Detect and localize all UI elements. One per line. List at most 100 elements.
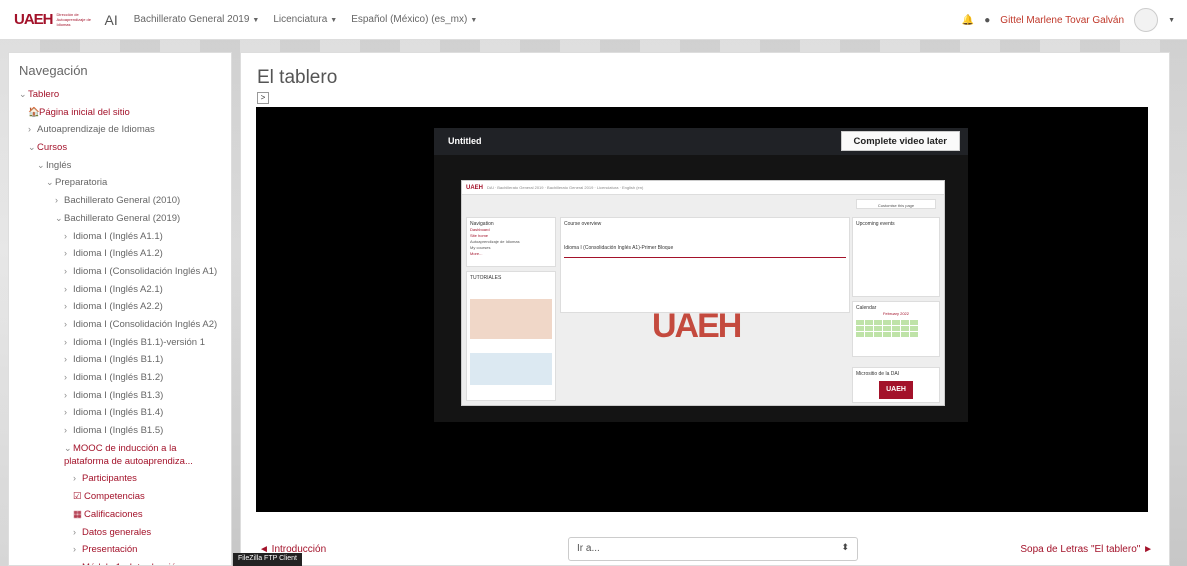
inner-tutorial-image: [470, 299, 552, 339]
sidebar-item[interactable]: ⌄Inglés: [19, 159, 221, 172]
user-name[interactable]: Gittel Marlene Tovar Galván: [1000, 15, 1124, 26]
sidebar-item[interactable]: › Autoaprendizaje de Idiomas: [19, 123, 221, 136]
jump-to-select[interactable]: Ir a... ⬍: [568, 537, 858, 561]
sidebar-item[interactable]: › Idioma I (Consolidación Inglés A2): [19, 318, 221, 331]
sidebar-item-label: Bachillerato General (2019): [64, 212, 181, 224]
chevron-right-icon: ›: [64, 389, 67, 400]
sidebar-item-label: Autoaprendizaje de Idiomas: [37, 124, 155, 136]
sidebar-item[interactable]: ☑ Competencias: [19, 490, 221, 503]
sidebar-item-label: Idioma I (Consolidación Inglés A2): [73, 318, 218, 330]
sidebar-item[interactable]: › Idioma I (Inglés B1.4): [19, 406, 221, 419]
menu-licenciatura[interactable]: Licenciatura ▼: [273, 14, 337, 25]
sidebar-item-label: Cursos: [37, 142, 68, 154]
sidebar-item[interactable]: › Idioma I (Consolidación Inglés A1): [19, 265, 221, 278]
chat-icon[interactable]: ●: [984, 15, 990, 26]
inner-course-overview: Course overview Idioma I (Consolidación …: [560, 217, 850, 313]
sidebar-item-label: Idioma I (Inglés B1.1): [73, 354, 164, 366]
chevron-right-icon: ›: [73, 561, 82, 565]
sidebar-item[interactable]: › Datos generales: [19, 526, 221, 539]
menu-bachillerato[interactable]: Bachillerato General 2019 ▼: [134, 14, 260, 25]
sidebar-item-label: Participantes: [82, 473, 137, 485]
sidebar-item[interactable]: ⌄Cursos: [19, 141, 221, 154]
sidebar-item[interactable]: › Idioma I (Inglés A1.2): [19, 247, 221, 260]
inner-calendar-grid: [856, 320, 936, 337]
sidebar-item[interactable]: ›Módulo 1.- Introducción: [19, 561, 221, 565]
sidebar-item-label: Bachillerato General (2010): [64, 195, 181, 207]
menu-label: Bachillerato General 2019: [133, 14, 250, 25]
bell-icon[interactable]: 🔔: [962, 15, 974, 26]
chevron-right-icon: ›: [64, 318, 67, 329]
chevron-right-icon: ›: [73, 526, 76, 537]
site-logo[interactable]: UAEH Dirección de Autoaprendizaje de Idi…: [14, 11, 101, 28]
chevron-right-icon: ›: [64, 248, 67, 259]
video-content-screenshot: UAEH DAI · Bachillerato General 2019 · B…: [461, 180, 945, 406]
complete-video-later-button[interactable]: Complete video later: [840, 131, 960, 151]
inner-micrositio-logo: UAEH: [879, 381, 913, 399]
user-area: 🔔 ● Gittel Marlene Tovar Galván ▼: [962, 0, 1175, 40]
sidebar-item-label: Competencias: [84, 491, 145, 503]
sidebar-item-label: Módulo 1.- Introducción: [82, 562, 181, 565]
chevron-down-icon: ⌄: [64, 442, 72, 453]
inner-customise-button: Customise this page: [856, 199, 936, 209]
toggle-button[interactable]: >: [257, 92, 269, 104]
inner-calendar-month: February 2022: [882, 311, 909, 316]
logo-mark: UAEH: [14, 11, 54, 28]
video-frame: Untitled Complete video later UAEH DAI ·…: [434, 128, 968, 422]
chevron-right-icon: ›: [64, 425, 67, 436]
chevron-down-icon: ⌄: [28, 142, 36, 153]
menu-language[interactable]: Español (México) (es_mx) ▼: [351, 14, 477, 25]
updown-arrow-icon: ⬍: [841, 542, 849, 552]
navigation-block: Navegación ⌄Tablero 🏠Página inicial del s…: [8, 52, 232, 566]
video-player[interactable]: Untitled Complete video later UAEH DAI ·…: [256, 107, 1148, 512]
inner-navigation-panel: Navigation Dashboard Site home Autoapren…: [466, 217, 556, 267]
sidebar-item-label: Idioma I (Inglés A2.1): [73, 283, 163, 295]
chevron-down-icon: ⌄: [55, 212, 63, 223]
inner-nav-item: More...: [470, 251, 483, 256]
sidebar-item-label: MOOC de inducción a la plataforma de aut…: [64, 442, 193, 467]
inner-tutoriales-panel: TUTORIALES: [466, 271, 556, 401]
sidebar-item[interactable]: › Idioma I (Inglés A2.1): [19, 283, 221, 296]
sidebar-item-label: Idioma I (Inglés B1.1)-versión 1: [73, 336, 206, 348]
navigation-tree: ⌄Tablero 🏠Página inicial del sitio › Autoap…: [19, 88, 221, 565]
next-activity-link[interactable]: Sopa de Letras "El tablero" ►: [1020, 544, 1153, 555]
home-icon: 🏠: [28, 106, 40, 118]
sidebar-item[interactable]: ▦ Calificaciones: [19, 508, 221, 521]
brand-name[interactable]: AI: [105, 12, 118, 28]
sidebar-item[interactable]: › Idioma I (Inglés A1.1): [19, 230, 221, 243]
sidebar-item[interactable]: › Bachillerato General (2010): [19, 194, 221, 207]
chevron-right-icon: ›: [64, 372, 67, 382]
chevron-right-icon: ›: [28, 124, 31, 135]
sidebar-item-label: Idioma I (Inglés B1.4): [73, 407, 164, 419]
sidebar-item-label: Idioma I (Inglés A1.2): [73, 248, 163, 260]
menu-label: Español (México) (es_mx): [351, 14, 468, 25]
sidebar-item-label: Idioma I (Inglés A2.2): [73, 301, 163, 313]
inner-overview-course: Idioma I (Consolidación Inglés A1)-Prime…: [564, 245, 846, 258]
video-header: Untitled Complete video later: [434, 128, 968, 155]
sidebar-item[interactable]: › Idioma I (Inglés B1.5): [19, 424, 221, 437]
logo-subtitle: Dirección de Autoaprendizaje de Idiomas: [56, 12, 91, 27]
top-menu: Bachillerato General 2019 ▼ Licenciatura ▼…: [134, 14, 478, 25]
chevron-right-icon: ›: [64, 354, 67, 365]
chevron-down-icon: ⌄: [19, 89, 27, 99]
sidebar-item[interactable]: › Idioma I (Inglés B1.3): [19, 389, 221, 402]
avatar[interactable]: [1134, 8, 1159, 32]
sidebar-item[interactable]: › Idioma I (Inglés A2.2): [19, 300, 221, 313]
sidebar-item[interactable]: › Participantes: [19, 472, 221, 485]
sidebar-item-label: Tablero: [28, 89, 60, 100]
sidebar-item[interactable]: ⌄Tablero: [19, 88, 221, 101]
taskbar-tooltip: FileZilla FTP Client: [233, 553, 302, 566]
sidebar-item[interactable]: ⌄Bachillerato General (2019): [19, 212, 221, 225]
inner-navbar: UAEH DAI · Bachillerato General 2019 · B…: [462, 181, 944, 195]
caret-down-icon[interactable]: ▼: [1168, 17, 1175, 24]
sidebar-item[interactable]: ⌄Preparatoria: [19, 176, 221, 189]
inner-events-title: Upcoming events: [856, 221, 895, 227]
sidebar-item[interactable]: › Idioma I (Inglés B1.2): [19, 371, 221, 384]
inner-logo: UAEH: [466, 184, 484, 191]
sidebar-item[interactable]: 🏠Página inicial del sitio: [19, 106, 221, 119]
sidebar-item[interactable]: › Presentación: [19, 543, 221, 556]
sidebar-item[interactable]: ⌄MOOC de inducción a la plataforma de au…: [19, 442, 221, 468]
sidebar-item[interactable]: › Idioma I (Inglés B1.1)-versión 1: [19, 336, 221, 349]
sidebar-item[interactable]: › Idioma I (Inglés B1.1): [19, 353, 221, 366]
chevron-right-icon: ›: [64, 265, 67, 276]
caret-down-icon: ▼: [330, 17, 338, 24]
